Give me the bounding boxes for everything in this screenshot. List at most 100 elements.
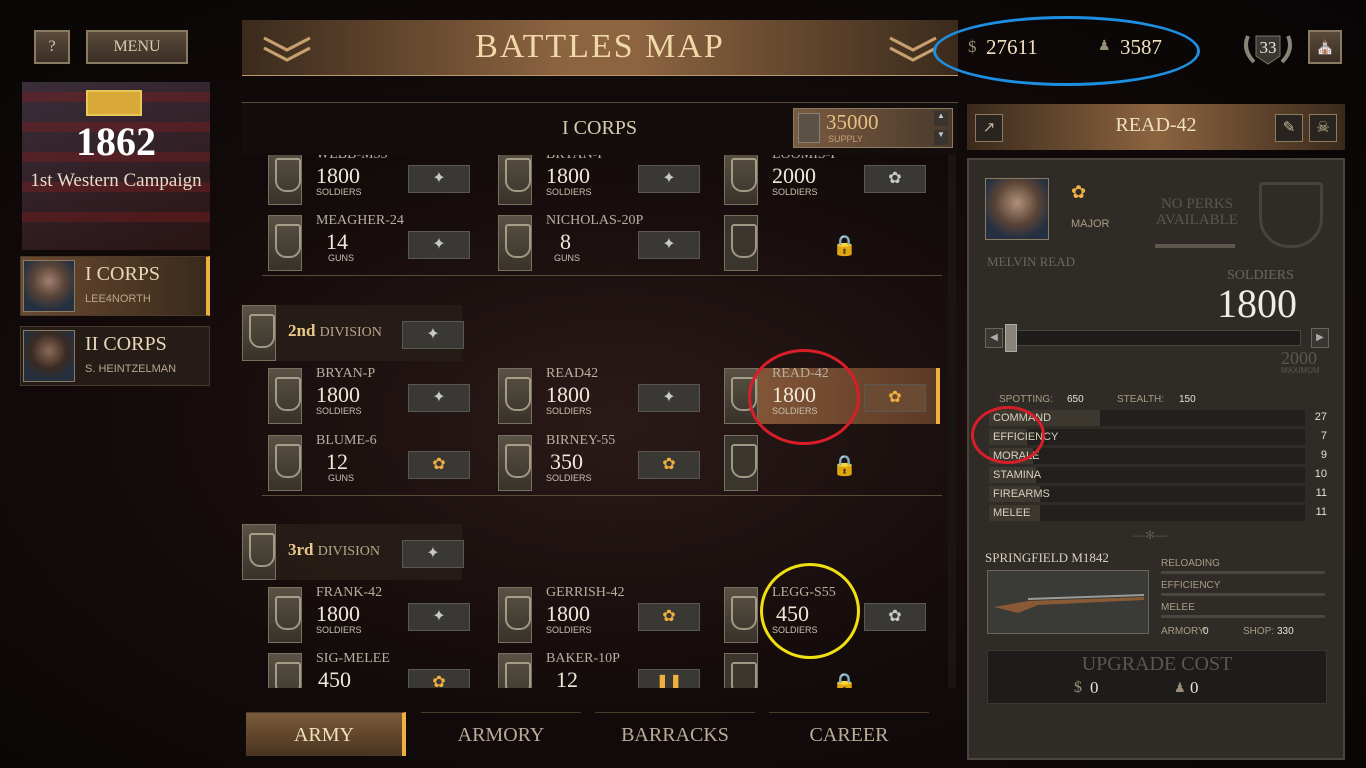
corps-commander: S. HEINTZELMAN: [85, 363, 177, 375]
unit-count: 1800: [546, 601, 590, 626]
division-name: 2nd DIVISION: [288, 321, 382, 340]
rifle-image: [987, 570, 1149, 634]
upgrade-label: UPGRADE COST: [1081, 653, 1233, 675]
corps-item-ii[interactable]: II CORPS S. HEINTZELMAN: [20, 326, 210, 386]
unit-type: SOLDIERS: [316, 187, 362, 197]
oak-leaf-rank-icon: ✿: [1071, 182, 1087, 202]
level-badge: 33: [1240, 28, 1296, 68]
shop-value: 330: [1277, 626, 1294, 637]
menu-button[interactable]: MENU: [86, 30, 188, 64]
unit-type: SOLDIERS: [546, 625, 592, 635]
shield-icon: [268, 587, 302, 643]
supply-up-arrow[interactable]: ▲: [934, 111, 948, 126]
lock-icon: 🔒: [832, 673, 857, 688]
tab-armory[interactable]: ARMORY: [421, 712, 581, 756]
stat-value: 9: [1320, 449, 1327, 461]
unit-count: 450: [318, 667, 351, 688]
slider-left-arrow[interactable]: ◀: [985, 328, 1003, 348]
cannon-icon: [498, 653, 532, 688]
stat-row-firearms: FIREARMS 11: [989, 486, 1327, 502]
unit-count: 1800: [316, 601, 360, 626]
corps-commander: LEE4NORTH: [85, 293, 151, 305]
weapon-stat-bar: [1161, 615, 1325, 618]
weapon-stat-label: MELEE: [1161, 602, 1195, 613]
unit-list[interactable]: WEBB-M551800SOLDIERS✦ BRYAN-P1800SOLDIER…: [242, 155, 958, 688]
corps-name: II CORPS: [85, 333, 167, 355]
oak-leaf-rank-icon: ✿: [864, 603, 926, 631]
unit-card[interactable]: WEBB-M551800SOLDIERS ✦: [268, 155, 470, 205]
stealth-value: 150: [1179, 394, 1196, 405]
capitol-button[interactable]: ⛪: [1308, 30, 1342, 64]
unit-card[interactable]: BRYAN-P1800SOLDIERS ✦: [498, 155, 700, 205]
unit-count: 14: [326, 229, 348, 254]
oak-leaf-rank-icon: ✿: [408, 669, 470, 688]
empty-slot-icon: [724, 435, 758, 491]
cannon-icon: [498, 215, 532, 271]
shield-icon: [498, 368, 532, 424]
help-button[interactable]: ?: [34, 30, 70, 64]
eagle-rank-icon: ✦: [638, 165, 700, 193]
money-icon: $: [1074, 679, 1082, 696]
unit-card[interactable]: READ42 1800 SOLDIERS ✦: [498, 366, 700, 424]
unit-count: 8: [560, 229, 571, 254]
unit-count: 1800: [546, 163, 590, 188]
unit-card[interactable]: SIG-MELEE 450 ✿: [268, 651, 470, 688]
chevron-down-icon[interactable]: [888, 32, 938, 62]
stat-value: 10: [1314, 468, 1327, 480]
corps-item-i[interactable]: I CORPS LEE4NORTH: [20, 256, 210, 316]
shield-icon: [498, 587, 532, 643]
unit-card[interactable]: BIRNEY-55 350 SOLDIERS ✿: [498, 433, 700, 491]
bars-rank-icon: ❚❚: [638, 669, 700, 688]
eagle-rank-icon: ✦: [638, 231, 700, 259]
division-header[interactable]: 3rd DIVISION ✦: [242, 524, 464, 580]
shield-icon: [268, 368, 302, 424]
slider-right-arrow[interactable]: ▶: [1311, 328, 1329, 348]
unit-card[interactable]: BLUME-6 12 GUNS ✿: [268, 433, 470, 491]
unit-card[interactable]: BRYAN-P1800SOLDIERS ✦: [268, 366, 470, 424]
unit-count: 350: [550, 449, 583, 474]
stat-name: FIREARMS: [993, 488, 1050, 500]
corps-title: I CORPS: [562, 117, 638, 139]
tab-career[interactable]: CAREER: [769, 712, 929, 756]
eagle-rank-icon: ✦: [408, 231, 470, 259]
supply-down-arrow[interactable]: ▼: [934, 130, 948, 145]
unit-name: WEBB-M55: [316, 155, 388, 163]
page-title: BATTLES MAP: [475, 28, 725, 65]
tab-army[interactable]: ARMY: [246, 712, 406, 756]
unit-card[interactable]: NICHOLAS-20P 8 GUNS ✦: [498, 213, 700, 271]
soldiers-value: 1800: [1217, 281, 1297, 326]
header-bar: BATTLES MAP: [242, 20, 958, 76]
oak-leaf-rank-icon: ✿: [638, 603, 700, 631]
unit-type: SOLDIERS: [546, 187, 592, 197]
unit-name: BRYAN-P: [546, 155, 605, 163]
unit-name: MEAGHER-24: [316, 213, 404, 228]
tab-barracks[interactable]: BARRACKS: [595, 712, 755, 756]
edit-button[interactable]: ✎: [1275, 114, 1303, 142]
unit-card[interactable]: FRANK-42 1800 SOLDIERS ✦: [268, 585, 470, 643]
slider-thumb[interactable]: [1005, 324, 1017, 352]
unit-card[interactable]: LOOMIS-F2000SOLDIERS ✿: [724, 155, 926, 205]
division-header[interactable]: 2nd DIVISION ✦: [242, 305, 464, 361]
unit-card[interactable]: MEAGHER-24 14 GUNS ✦: [268, 213, 470, 271]
oak-leaf-rank-icon: ✿: [864, 165, 926, 193]
unit-card[interactable]: BAKER-10P 12 ❚❚: [498, 651, 700, 688]
supply-value: 35000: [826, 110, 879, 134]
weapon-name: SPRINGFIELD M1842: [985, 550, 1109, 565]
stealth-label: STEALTH:: [1117, 394, 1165, 405]
empty-slot-icon: [724, 653, 758, 688]
upgrade-box[interactable]: UPGRADE COST $ 0 ♟ 0: [987, 650, 1327, 704]
oak-leaf-rank-icon: ✿: [638, 451, 700, 479]
scrollbar[interactable]: [948, 155, 956, 688]
unit-name: SIG-MELEE: [316, 651, 390, 666]
soldier-slider[interactable]: [1005, 330, 1301, 346]
unit-count: 2000: [772, 163, 816, 188]
disband-skull-button[interactable]: ☠: [1309, 114, 1337, 142]
shop-label: SHOP:: [1243, 626, 1275, 637]
empty-slot-icon: [724, 215, 758, 271]
divider-ornament: —✻—: [1133, 528, 1168, 542]
unit-card[interactable]: GERRISH-42 1800 SOLDIERS ✿: [498, 585, 700, 643]
unit-type: SOLDIERS: [316, 625, 362, 635]
eagle-rank-icon: ✦: [408, 165, 470, 193]
unit-name: BLUME-6: [316, 433, 377, 448]
unit-name: NICHOLAS-20P: [546, 213, 644, 228]
